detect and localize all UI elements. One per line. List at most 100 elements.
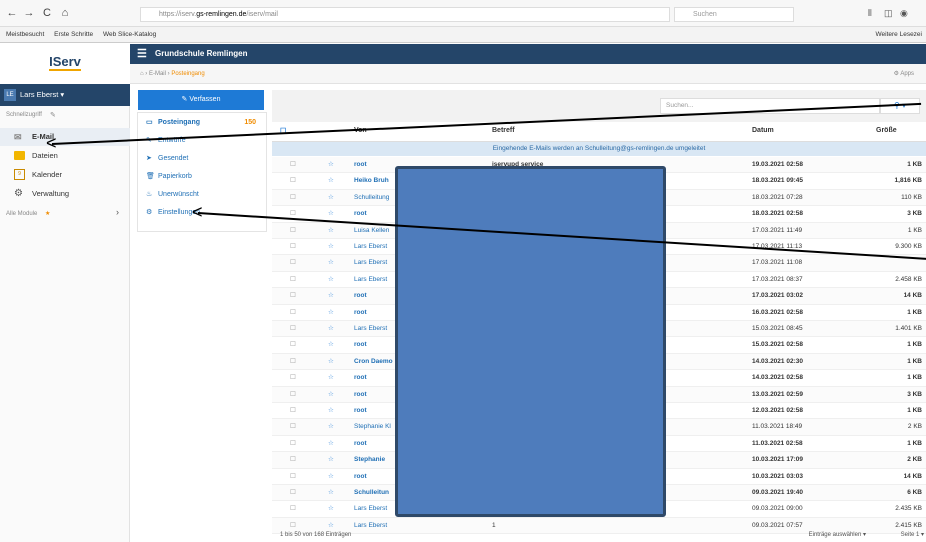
bookmark-erste-schritte[interactable]: Erste Schritte — [54, 31, 93, 38]
row-checkbox[interactable]: ☐ — [290, 173, 296, 189]
star-icon[interactable]: ☆ — [328, 173, 334, 189]
bookmark-meistbesucht[interactable]: Meistbesucht — [6, 31, 44, 38]
mail-date: 13.03.2021 02:59 — [752, 390, 803, 398]
star-icon[interactable]: ☆ — [328, 223, 334, 239]
row-checkbox[interactable]: ☐ — [290, 288, 296, 304]
mail-from: Lars Eberst — [354, 259, 388, 267]
star-icon[interactable]: ☆ — [328, 452, 334, 468]
compose-button[interactable]: ✎ Verfassen — [138, 90, 264, 110]
row-checkbox[interactable]: ☐ — [290, 403, 296, 419]
breadcrumb: ⌂ › E-Mail › Posteingang ⚙ Apps — [130, 64, 926, 84]
star-icon[interactable]: ☆ — [328, 255, 334, 271]
row-checkbox[interactable]: ☐ — [290, 272, 296, 288]
row-checkbox[interactable]: ☐ — [290, 419, 296, 435]
star-icon[interactable]: ☆ — [328, 436, 334, 452]
mail-from: root — [354, 472, 367, 480]
row-checkbox[interactable]: ☐ — [290, 387, 296, 403]
browser-search-input[interactable]: Suchen — [674, 7, 794, 22]
row-checkbox[interactable]: ☐ — [290, 469, 296, 485]
star-icon[interactable]: ☆ — [328, 370, 334, 386]
row-checkbox[interactable]: ☐ — [290, 452, 296, 468]
home-icon[interactable]: ⌂ — [140, 71, 144, 77]
column-date[interactable]: Datum — [752, 127, 774, 134]
star-icon[interactable]: ☆ — [328, 239, 334, 255]
account-icon[interactable]: ◉ — [900, 8, 908, 19]
send-icon: ➤ — [146, 155, 152, 162]
home-icon[interactable]: ⌂ — [58, 6, 72, 20]
school-name: Grundschule Remlingen — [155, 49, 248, 58]
mail-from: Cron Daemo — [354, 357, 393, 365]
folder-trash[interactable]: 🗑 Papierkorb — [138, 169, 266, 185]
star-icon[interactable]: ☆ — [328, 305, 334, 321]
mail-size: 9.300 KB — [895, 243, 922, 250]
row-checkbox[interactable]: ☐ — [290, 157, 296, 173]
chevron-right-icon[interactable]: › — [116, 207, 119, 217]
unread-count: 150 — [244, 119, 256, 126]
star-icon[interactable]: ☆ — [328, 190, 334, 206]
menu-icon[interactable]: ☰ — [137, 44, 147, 64]
star-icon[interactable]: ☆ — [328, 337, 334, 353]
sidebar-item-administration[interactable]: ⚙ Verwaltung — [0, 185, 130, 203]
row-checkbox[interactable]: ☐ — [290, 436, 296, 452]
reload-icon[interactable]: C — [40, 6, 54, 20]
mail-from: root — [354, 161, 367, 168]
column-subject[interactable]: Betreff — [492, 127, 515, 134]
redirect-notice: Eingehende E-Mails werden an Schulleitun… — [272, 142, 926, 156]
star-icon[interactable]: ☆ — [328, 157, 334, 173]
row-checkbox[interactable]: ☐ — [290, 501, 296, 517]
mail-date: 10.03.2021 17:09 — [752, 456, 803, 464]
row-checkbox[interactable]: ☐ — [290, 370, 296, 386]
folder-spam[interactable]: ♨ Unerwünscht — [138, 187, 266, 203]
mail-size: 1 KB — [907, 226, 922, 234]
mail-date: 14.03.2021 02:58 — [752, 374, 803, 382]
star-icon[interactable]: ☆ — [328, 288, 334, 304]
row-checkbox[interactable]: ☐ — [290, 190, 296, 206]
url-bar[interactable]: https://iserv.gs-remlingen.de/iserv/mail — [140, 7, 670, 22]
star-icon[interactable]: ☆ — [328, 387, 334, 403]
all-modules-link[interactable]: Alle Module ★ — [6, 210, 50, 217]
library-icon[interactable]: ⫴ — [868, 8, 872, 19]
mail-from: root — [354, 210, 367, 218]
mail-date: 17.03.2021 11:08 — [752, 259, 803, 267]
bookmark-web-slice[interactable]: Web Slice-Katalog — [103, 31, 156, 38]
breadcrumb-inbox[interactable]: Posteingang — [171, 71, 204, 77]
back-icon[interactable]: ← — [5, 6, 19, 20]
row-checkbox[interactable]: ☐ — [290, 354, 296, 370]
row-checkbox[interactable]: ☐ — [290, 337, 296, 353]
star-icon[interactable]: ☆ — [328, 272, 334, 288]
mail-from: Lars Eberst — [354, 325, 388, 332]
sidebar-item-files[interactable]: Dateien — [0, 147, 130, 165]
folder-inbox[interactable]: ▭ Posteingang 150 — [138, 115, 266, 131]
star-icon[interactable]: ☆ — [328, 354, 334, 370]
folder-label: Papierkorb — [158, 173, 192, 180]
apps-link[interactable]: ⚙ Apps — [894, 64, 914, 84]
mail-size: 1 KB — [907, 341, 922, 349]
logo[interactable]: IServ — [0, 44, 130, 84]
star-icon[interactable]: ☆ — [328, 485, 334, 501]
star-icon[interactable]: ☆ — [328, 419, 334, 435]
mail-date: 12.03.2021 02:58 — [752, 407, 803, 414]
row-checkbox[interactable]: ☐ — [290, 321, 296, 337]
row-checkbox[interactable]: ☐ — [290, 223, 296, 239]
forward-icon[interactable]: → — [22, 6, 36, 20]
row-checkbox[interactable]: ☐ — [290, 255, 296, 271]
star-icon[interactable]: ☆ — [328, 403, 334, 419]
page-select[interactable]: Seite 1 ▾ — [901, 529, 924, 542]
row-checkbox[interactable]: ☐ — [290, 485, 296, 501]
star-icon[interactable]: ☆ — [328, 501, 334, 517]
sidebar-toggle-icon[interactable]: ◫ — [884, 8, 893, 19]
mail-size: 1,816 KB — [894, 177, 922, 185]
user-menu[interactable]: LE Lars Eberst ▾ — [0, 84, 130, 106]
pencil-icon[interactable]: ✎ — [50, 111, 56, 119]
sidebar-item-calendar[interactable]: 9 Kalender — [0, 166, 130, 184]
breadcrumb-email[interactable]: E-Mail — [149, 71, 166, 77]
column-size[interactable]: Größe — [876, 127, 897, 134]
star-icon[interactable]: ☆ — [328, 321, 334, 337]
entries-select[interactable]: Einträge auswählen ▾ — [809, 529, 866, 542]
star-icon[interactable]: ☆ — [328, 469, 334, 485]
mail-size: 1.401 KB — [895, 325, 922, 332]
row-checkbox[interactable]: ☐ — [290, 305, 296, 321]
row-checkbox[interactable]: ☐ — [290, 239, 296, 255]
folder-sent[interactable]: ➤ Gesendet — [138, 151, 266, 167]
other-bookmarks[interactable]: Weitere Lesezei — [876, 27, 923, 42]
